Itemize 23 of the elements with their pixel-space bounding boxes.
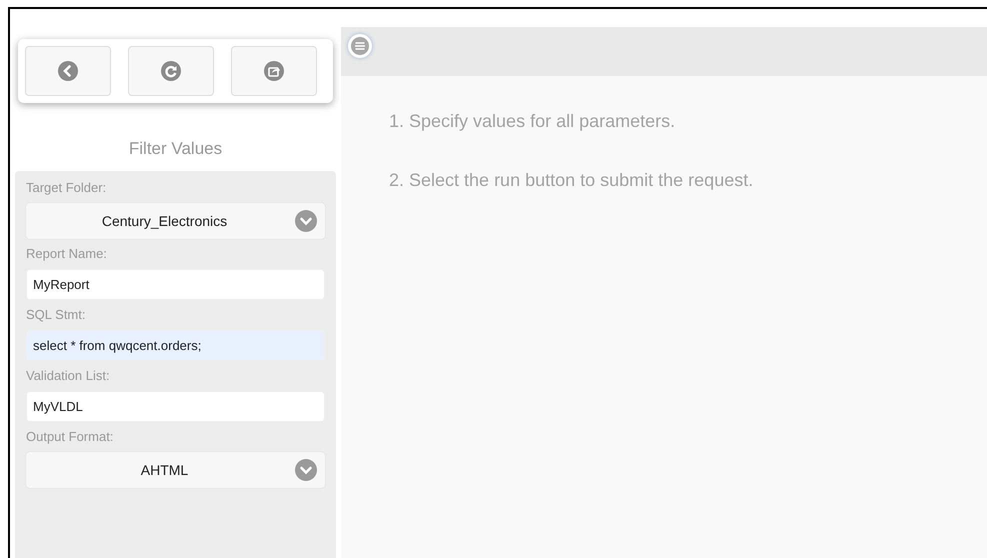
input-field[interactable]: MyVLDL: [26, 391, 325, 422]
export-button[interactable]: [231, 46, 317, 96]
instruction-text: 1. Specify values for all parameters.: [389, 110, 676, 133]
panel-title: Filter Values: [128, 138, 222, 160]
menu-icon: [351, 37, 369, 55]
input-field[interactable]: MyReport: [26, 269, 325, 300]
instruction-text: 2. Select the run button to submit the request.: [389, 169, 754, 192]
back-button[interactable]: [25, 46, 111, 96]
back-icon: [58, 61, 78, 81]
field-label: Output Format:: [26, 428, 114, 446]
dropdown-chevron-icon: [295, 210, 317, 232]
menu-button[interactable]: [348, 34, 372, 58]
export-icon: [264, 61, 284, 81]
dropdown-field[interactable]: AHTML: [26, 452, 325, 488]
refresh-icon: [161, 61, 181, 81]
dropdown-field[interactable]: Century_Electronics: [26, 203, 325, 239]
dropdown-chevron-icon: [295, 459, 317, 481]
input-field[interactable]: select * from qwqcent.orders;: [26, 330, 325, 361]
field-label: SQL Stmt:: [26, 306, 86, 324]
refresh-button[interactable]: [128, 46, 214, 96]
field-label: Report Name:: [26, 245, 108, 263]
field-label: Target Folder:: [26, 179, 108, 197]
field-label: Validation List:: [26, 367, 111, 385]
